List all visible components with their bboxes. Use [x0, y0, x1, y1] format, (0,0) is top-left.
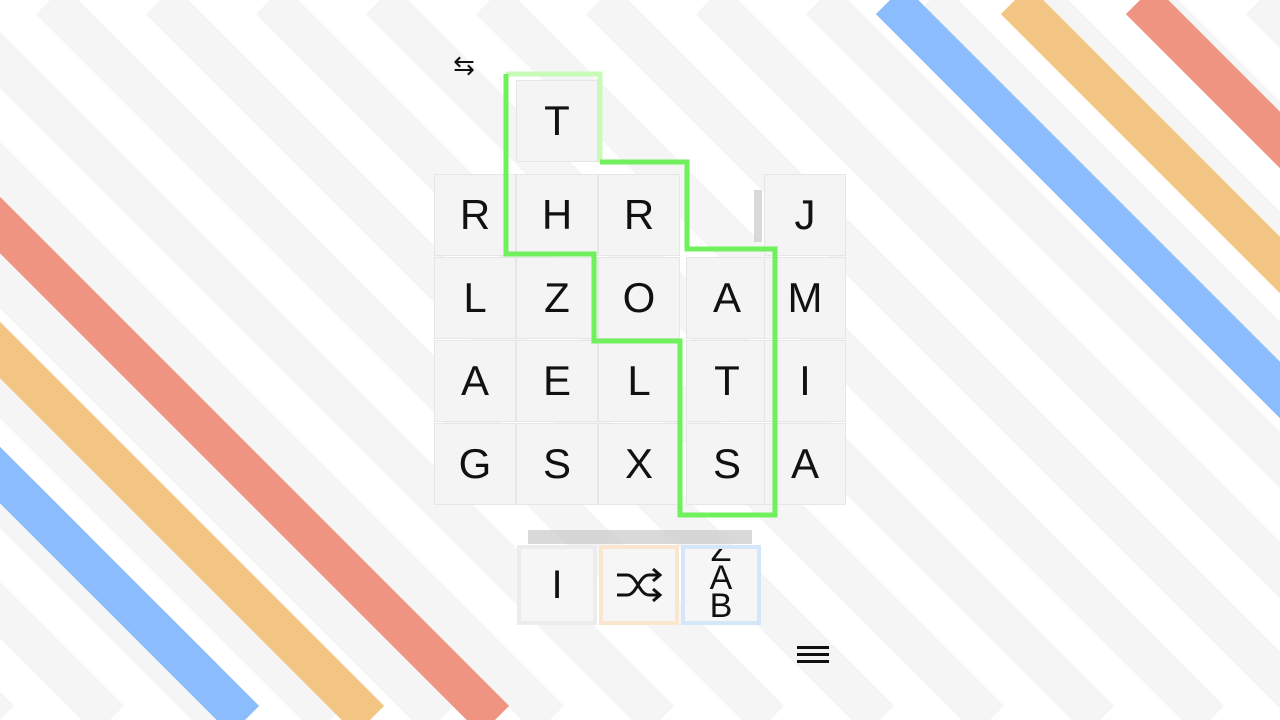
- swap-direction-icon[interactable]: ⇆: [448, 50, 480, 80]
- tray-shadow: [528, 530, 752, 544]
- letter-tile[interactable]: A: [686, 257, 768, 339]
- letter-tile[interactable]: M: [764, 257, 846, 339]
- letter-tile-text: H: [541, 191, 573, 238]
- shuffle-icon: [617, 567, 663, 603]
- letter-tile-text: A: [712, 274, 741, 321]
- letter-tile-text: G: [458, 440, 492, 487]
- letter-tile-text: M: [787, 274, 823, 321]
- letter-tile[interactable]: J: [764, 174, 846, 256]
- letter-tile[interactable]: R: [598, 174, 680, 256]
- letter-tile-text: T: [544, 97, 570, 144]
- letter-tile-text: L: [463, 274, 487, 321]
- letter-tile[interactable]: Z: [516, 257, 598, 339]
- letter-tile-text: S: [712, 440, 741, 487]
- letter-tile-text: I: [799, 357, 811, 404]
- letter-tile-text: J: [794, 191, 816, 238]
- letter-tile[interactable]: L: [598, 340, 680, 422]
- letter-tile[interactable]: X: [598, 423, 680, 505]
- letter-tile-text: O: [622, 274, 656, 321]
- letter-tile-text: E: [542, 357, 571, 404]
- letter-tile-text: X: [624, 440, 653, 487]
- letter-tile-text: T: [714, 357, 740, 404]
- stacked-letters-tile[interactable]: Z A B: [681, 545, 761, 625]
- letter-tile[interactable]: T: [686, 340, 768, 422]
- letter-tile[interactable]: L: [434, 257, 516, 339]
- letter-tile-text: S: [542, 440, 571, 487]
- stacked-letter-bot: B: [709, 587, 733, 625]
- tray-tile-letter-text: I: [551, 562, 563, 607]
- letter-tile[interactable]: A: [434, 340, 516, 422]
- letter-tile-text: A: [460, 357, 489, 404]
- shuffle-button[interactable]: [599, 545, 679, 625]
- letter-tile[interactable]: I: [764, 340, 846, 422]
- letter-tile-text: Z: [544, 274, 570, 321]
- letter-tile[interactable]: E: [516, 340, 598, 422]
- letter-tile[interactable]: R: [434, 174, 516, 256]
- menu-icon[interactable]: [795, 640, 831, 670]
- letter-tile[interactable]: G: [434, 423, 516, 505]
- letter-tile-text: R: [623, 191, 655, 238]
- letter-tile[interactable]: O: [598, 257, 680, 339]
- letter-tile[interactable]: T: [516, 80, 598, 162]
- letter-tile[interactable]: H: [516, 174, 598, 256]
- tray-tile-letter[interactable]: I: [517, 545, 597, 625]
- letter-tile[interactable]: S: [516, 423, 598, 505]
- letter-tile[interactable]: S: [686, 423, 768, 505]
- letter-tile[interactable]: A: [764, 423, 846, 505]
- letter-tile-text: A: [790, 440, 819, 487]
- letter-tile-text: L: [627, 357, 651, 404]
- letter-tile-text: R: [459, 191, 491, 238]
- tile-gap-shadow: [754, 190, 762, 242]
